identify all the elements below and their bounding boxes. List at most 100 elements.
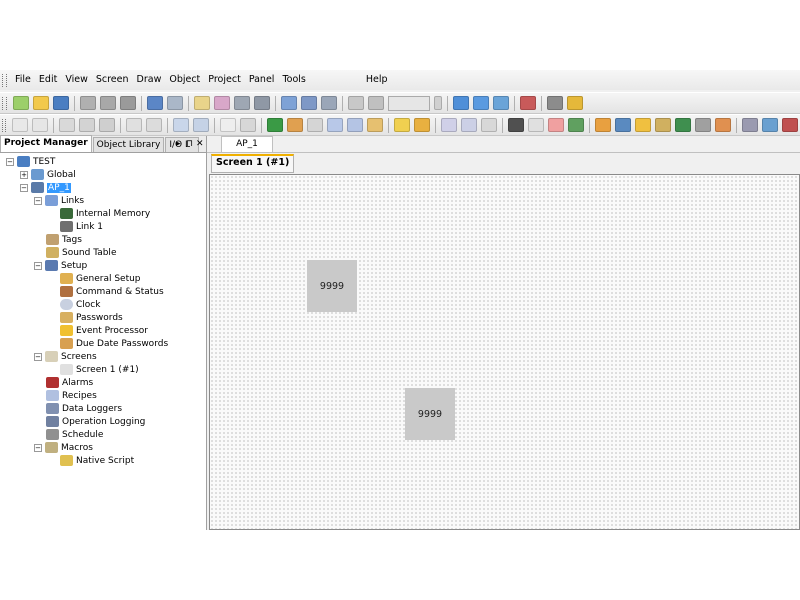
tools-icon[interactable] [520,96,536,110]
zoom-in-icon[interactable] [281,96,297,110]
menu-draw[interactable]: Draw [133,70,166,90]
bit-object-icon[interactable] [12,118,28,132]
menu-panel[interactable]: Panel [245,70,279,90]
properties-icon[interactable] [762,118,778,132]
menu-object[interactable]: Object [165,70,204,90]
switch-icon[interactable] [287,118,303,132]
menu-edit[interactable]: Edit [35,70,61,90]
save-icon[interactable] [53,96,69,110]
print-icon[interactable] [547,96,563,110]
spin-icon[interactable] [434,96,442,110]
menu-screen[interactable]: Screen [92,70,133,90]
collapse-icon[interactable]: − [34,352,42,361]
upload-icon[interactable] [473,96,489,110]
tab-object-library[interactable]: Object Library [92,137,165,152]
tree-item-recipes[interactable]: Recipes [46,389,97,402]
tab-ap1[interactable]: AP_1 [221,136,273,152]
tree-item-links[interactable]: − Links [34,194,84,207]
settings-icon[interactable] [782,118,798,132]
zoom-out-icon[interactable] [301,96,317,110]
tree-item-native-script[interactable]: Native Script [60,454,134,467]
collapse-icon[interactable]: − [6,157,14,166]
redo-icon[interactable] [167,96,183,110]
screen-duplicate-icon[interactable] [214,96,230,110]
tab-project-manager[interactable]: Project Manager [0,135,92,152]
tree-item-ap1[interactable]: − AP_1 [20,181,71,194]
collapse-icon[interactable]: − [34,443,42,452]
screen-prev-icon[interactable] [234,96,250,110]
tree-item-alarms[interactable]: Alarms [46,376,93,389]
snap-icon[interactable] [368,96,384,110]
display-icon[interactable] [568,118,584,132]
record-icon[interactable] [508,118,524,132]
number-field-icon[interactable] [441,118,457,132]
menu-tools[interactable]: Tools [278,70,309,90]
menu-project[interactable]: Project [204,70,245,90]
paste-icon[interactable] [120,96,136,110]
numeric-icon[interactable] [327,118,343,132]
tree-item-tags[interactable]: Tags [46,233,82,246]
tree-item-command-status[interactable]: Command & Status [60,285,164,298]
menu-grip[interactable] [2,73,7,87]
lamp-icon[interactable] [267,118,283,132]
simulate-icon[interactable] [493,96,509,110]
alarm-object-icon[interactable] [414,118,430,132]
align-icon[interactable] [173,118,189,132]
slider-icon[interactable] [307,118,323,132]
group-icon[interactable] [59,118,75,132]
trend-icon[interactable] [615,118,631,132]
picture-icon[interactable] [367,118,383,132]
undo-icon[interactable] [147,96,163,110]
numeric-display-2[interactable]: 9999 [405,388,455,440]
collapse-icon[interactable]: − [20,183,28,192]
pin-icon[interactable]: ⊓ [186,137,193,151]
word-object-icon[interactable] [32,118,48,132]
tree-item-general-setup[interactable]: General Setup [60,272,141,285]
menu-view[interactable]: View [61,70,92,90]
tree-item-sound-table[interactable]: Sound Table [46,246,116,259]
tree-item-internal-memory[interactable]: Internal Memory [60,207,150,220]
grid-icon[interactable] [348,96,364,110]
ungroup-icon[interactable] [79,118,95,132]
file-object-icon[interactable] [655,118,671,132]
calendar-icon[interactable] [548,118,564,132]
cut-icon[interactable] [80,96,96,110]
tree-item-schedule[interactable]: Schedule [46,428,103,441]
shape-icon[interactable] [715,118,731,132]
tab-scroll-icon[interactable]: ▸ [176,137,181,151]
tree-item-test[interactable]: − TEST [6,155,55,168]
zoom-fit-icon[interactable] [321,96,337,110]
download-icon[interactable] [453,96,469,110]
film-icon[interactable] [675,118,691,132]
tree-item-event-processor[interactable]: Event Processor [60,324,148,337]
tree-item-clock[interactable]: Clock [60,298,100,311]
tree-item-screens[interactable]: − Screens [34,350,97,363]
new-project-icon[interactable] [13,96,29,110]
chart-object-icon[interactable] [695,118,711,132]
function-key-icon[interactable] [126,118,142,132]
numeric-display-1[interactable]: 9999 [307,260,357,312]
copy-icon[interactable] [100,96,116,110]
expand-icon[interactable]: + [20,170,28,179]
toolbar-grip[interactable] [2,96,7,110]
zoom-combo[interactable] [388,95,430,111]
menu-help[interactable]: Help [362,70,392,90]
tree-item-link1[interactable]: Link 1 [60,220,103,233]
message-icon[interactable] [481,118,497,132]
tree-item-passwords[interactable]: Passwords [60,311,123,324]
close-icon[interactable]: ✕ [196,137,204,151]
distribute-icon[interactable] [193,118,209,132]
bulb-icon[interactable] [394,118,410,132]
tab-screen1[interactable]: Screen 1 (#1) [211,154,295,173]
text-field-icon[interactable] [461,118,477,132]
tree-item-operation-logging[interactable]: Operation Logging [46,415,145,428]
table-icon[interactable] [146,118,162,132]
tree-item-macros[interactable]: − Macros [34,441,93,454]
tree-item-data-loggers[interactable]: Data Loggers [46,402,122,415]
folder-object-icon[interactable] [635,118,651,132]
screen-canvas[interactable]: 9999 9999 [209,174,800,530]
tree-item-screen1[interactable]: Screen 1 (#1) [60,363,139,376]
tree-item-global[interactable]: + Global [20,168,76,181]
pen-icon[interactable] [742,118,758,132]
layer-icon[interactable] [99,118,115,132]
